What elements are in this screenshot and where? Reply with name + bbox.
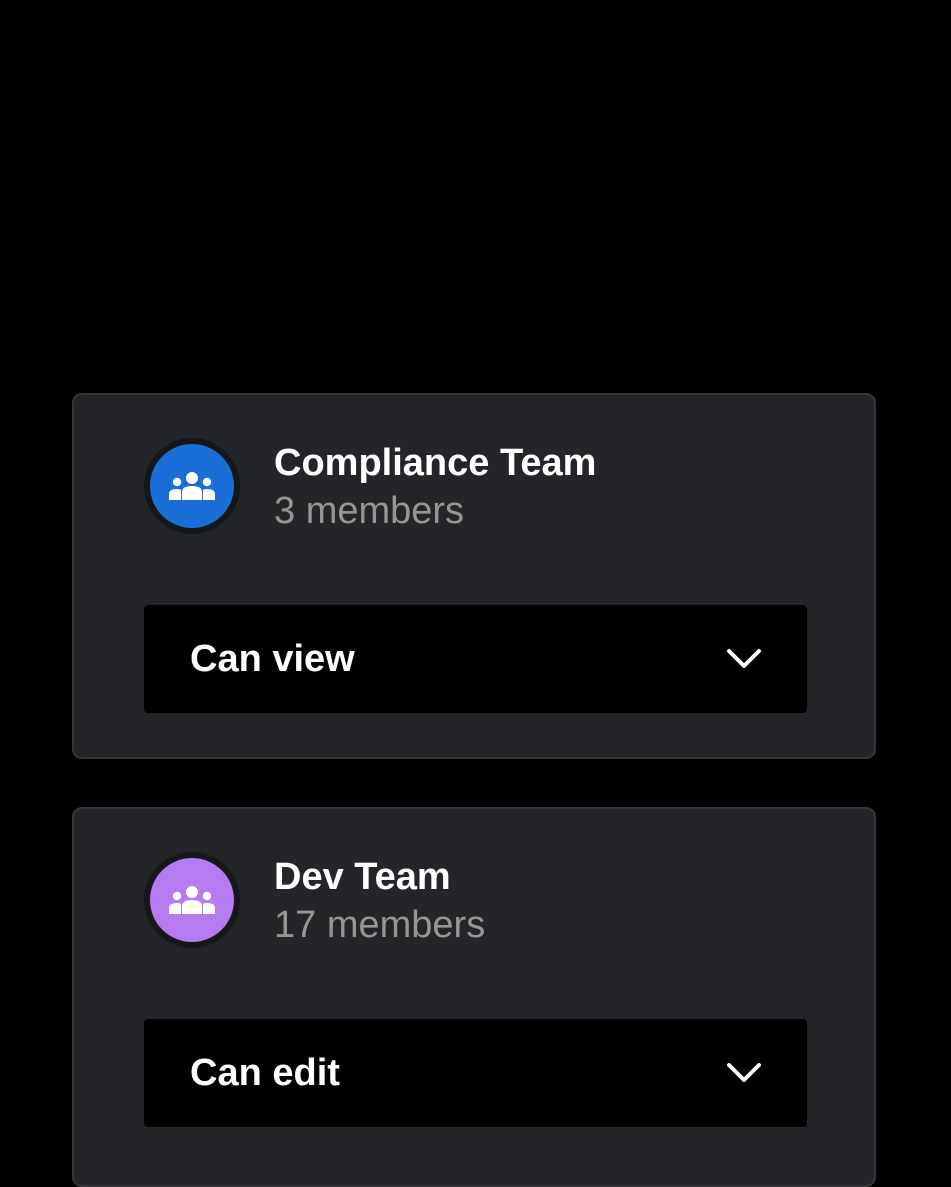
team-card-dev: Dev Team 17 members Can edit bbox=[72, 807, 876, 1187]
permission-dropdown[interactable]: Can edit bbox=[144, 1019, 807, 1127]
team-name: Dev Team bbox=[274, 856, 451, 898]
team-avatar-circle bbox=[150, 858, 234, 942]
team-member-count: 3 members bbox=[274, 490, 465, 532]
team-member-count: 17 members bbox=[274, 904, 486, 946]
chevron-down-icon bbox=[727, 649, 761, 668]
permission-selected-value: Can view bbox=[190, 638, 355, 680]
team-card-compliance: Compliance Team 3 members Can view bbox=[72, 393, 876, 759]
permission-dropdown[interactable]: Can view bbox=[144, 605, 807, 713]
team-avatar bbox=[144, 438, 240, 534]
team-icon bbox=[169, 472, 215, 500]
team-avatar bbox=[144, 852, 240, 948]
team-avatar-circle bbox=[150, 444, 234, 528]
permission-selected-value: Can edit bbox=[190, 1052, 340, 1094]
chevron-down-icon bbox=[727, 1063, 761, 1082]
team-name: Compliance Team bbox=[274, 442, 597, 484]
team-icon bbox=[169, 886, 215, 914]
